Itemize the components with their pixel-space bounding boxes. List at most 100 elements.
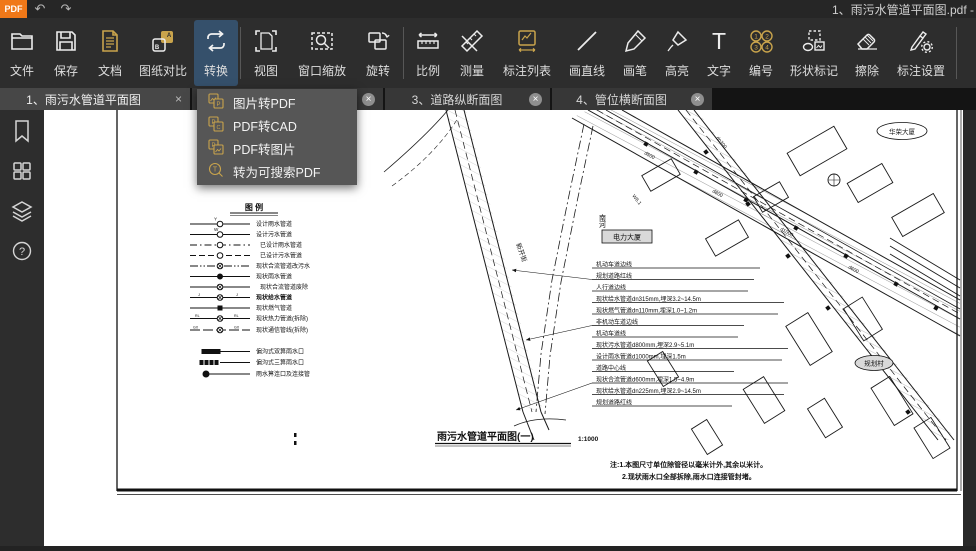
menu-item-pdf-to-image[interactable]: P PDF转图片: [197, 137, 357, 160]
svg-text:A: A: [167, 33, 172, 39]
svg-text:设计雨水管道d1000mm,埋深1.5m: 设计雨水管道d1000mm,埋深1.5m: [596, 353, 686, 361]
svg-text:现状给水管道dn225mm,埋深2.9~14.5m: 现状给水管道dn225mm,埋深2.9~14.5m: [596, 387, 701, 395]
save-button[interactable]: 保存: [44, 20, 88, 86]
svg-text:B: B: [155, 45, 160, 51]
title-bar: PDF ↶ ↷ 1、雨污水管道平面图.pdf -: [0, 0, 976, 18]
pdf-to-image-icon: P: [208, 139, 224, 158]
app-logo-icon[interactable]: PDF: [0, 0, 27, 18]
compare-icon: AB: [150, 28, 176, 59]
horizontal-scrollbar[interactable]: [0, 546, 976, 551]
annotation-list-icon: [514, 28, 540, 59]
shape-mark-icon: [801, 28, 827, 59]
left-sidebar: ?: [0, 110, 44, 546]
building-oval-label: 华荣大厦: [889, 127, 916, 136]
view-button[interactable]: 视图: [243, 20, 289, 86]
layers-icon: [10, 199, 34, 228]
scale-button[interactable]: 比例: [406, 20, 450, 86]
close-tab-icon[interactable]: ×: [167, 92, 190, 106]
measure-button[interactable]: 测量: [450, 20, 494, 86]
sidebar-item-bookmarks[interactable]: [9, 120, 35, 146]
convert-button[interactable]: 转换: [194, 20, 238, 86]
svg-text:已设计雨水管道: 已设计雨水管道: [260, 241, 302, 249]
eraser-icon: [854, 28, 880, 59]
tab-bar: 1、雨污水管道平面图 × × 3、道路纵断面图 × 4、管位横断面图 ×: [0, 88, 976, 110]
highlighter-icon: [664, 28, 690, 59]
menu-item-image-to-pdf[interactable]: P 图片转PDF: [197, 91, 357, 114]
svg-text:机动车道边线: 机动车道边线: [596, 261, 632, 269]
vertical-scrollbar[interactable]: [963, 110, 976, 546]
building-box-label: 电力大厦: [613, 233, 641, 242]
rotate-button[interactable]: 旋转: [355, 20, 401, 86]
toolbar-separator: [956, 27, 957, 79]
svg-text:W: W: [214, 227, 219, 232]
svg-text:注:1.本图尺寸单位除管径以毫米计外,其余以米计。: 注:1.本图尺寸单位除管径以毫米计外,其余以米计。: [610, 460, 767, 469]
line-icon: [574, 28, 600, 59]
erase-button[interactable]: 擦除: [846, 20, 888, 86]
window-title: 1、雨污水管道平面图.pdf -: [832, 1, 976, 18]
text-button[interactable]: T 文字: [698, 20, 740, 86]
undo-button[interactable]: ↶: [27, 0, 53, 18]
draw-line-button[interactable]: 画直线: [560, 20, 614, 86]
svg-text:J: J: [236, 292, 238, 297]
svg-text:规划道路红线: 规划道路红线: [596, 272, 632, 280]
window-zoom-button[interactable]: 窗口缩放: [289, 20, 355, 86]
close-tab-icon[interactable]: ×: [691, 93, 704, 106]
svg-text:现状合流管道d600mm,埋深1.5~4.9m: 现状合流管道d600mm,埋深1.5~4.9m: [596, 376, 694, 384]
pdf-viewer-app: PDF ↶ ↷ 1、雨污水管道平面图.pdf - 文件 保存 文档 AB 图纸对…: [0, 0, 976, 551]
menu-item-searchable-pdf[interactable]: T 转为可搜索PDF: [197, 160, 357, 183]
file-button[interactable]: 文件: [0, 20, 44, 86]
tab-road-profile[interactable]: 3、道路纵断面图 ×: [385, 88, 550, 110]
svg-text:GX: GX: [234, 326, 240, 330]
svg-text:现状燃气管道dn110mm,埋深1.0~1.2m: 现状燃气管道dn110mm,埋深1.0~1.2m: [596, 307, 697, 315]
svg-text:现状雨水管道: 现状雨水管道: [256, 273, 292, 281]
number-icon: 1234: [748, 28, 774, 59]
pen-icon: [622, 28, 648, 59]
compare-drawings-button[interactable]: AB 图纸对比: [132, 20, 194, 86]
svg-text:人行道边线: 人行道边线: [596, 284, 626, 292]
river-label: 南河: [599, 213, 607, 228]
close-tab-icon[interactable]: ×: [362, 93, 375, 106]
menu-item-pdf-to-cad[interactable]: PC PDF转CAD: [197, 114, 357, 137]
highlight-button[interactable]: 高亮: [656, 20, 698, 86]
village-oval-label: 规划村: [864, 359, 884, 368]
svg-text:现状给水管道dn315mm,埋深3.2~14.5m: 现状给水管道dn315mm,埋深3.2~14.5m: [596, 295, 701, 303]
annotation-settings-button[interactable]: 标注设置: [888, 20, 954, 86]
drawing-canvas: d500 d800 d1000 d600 dn300 W6.1 图 例: [44, 110, 963, 546]
svg-text:RL: RL: [195, 314, 200, 318]
redo-button[interactable]: ↷: [53, 0, 79, 18]
svg-text:Y: Y: [214, 217, 217, 222]
legend-title: 图 例: [245, 202, 263, 212]
svg-text:1: 1: [754, 33, 758, 40]
svg-text:现状热力管道(拆除): 现状热力管道(拆除): [256, 315, 308, 323]
tab-plan-drawing[interactable]: 1、雨污水管道平面图 ×: [0, 88, 190, 110]
document-viewport[interactable]: d500 d800 d1000 d600 dn300 W6.1 图 例: [44, 110, 963, 546]
number-button[interactable]: 1234 编号: [740, 20, 782, 86]
grid-icon: [11, 160, 33, 187]
text-icon: T: [706, 28, 732, 59]
close-tab-icon[interactable]: ×: [529, 93, 542, 106]
svg-text:T: T: [213, 167, 218, 174]
shape-mark-button[interactable]: 形状标记: [782, 20, 846, 86]
svg-text:设计雨水管道: 设计雨水管道: [256, 220, 292, 228]
rotate-icon: [365, 28, 391, 59]
measure-icon: [459, 28, 485, 59]
svg-text:2.现状雨水口全部拆除,雨水口连接管封堵。: 2.现状雨水口全部拆除,雨水口连接管封堵。: [622, 472, 756, 481]
document-icon: [97, 28, 123, 59]
document-button[interactable]: 文档: [88, 20, 132, 86]
svg-text:GX: GX: [193, 326, 199, 330]
svg-text:P: P: [216, 102, 220, 108]
view-icon: [253, 28, 279, 59]
pen-button[interactable]: 画笔: [614, 20, 656, 86]
sidebar-item-layers[interactable]: [9, 200, 35, 226]
junction-circle: [828, 174, 840, 186]
toolbar-separator: [403, 27, 404, 79]
svg-text:4: 4: [765, 44, 769, 51]
sidebar-item-thumbnails[interactable]: [9, 160, 35, 186]
tab-pipe-cross-section[interactable]: 4、管位横断面图 ×: [552, 88, 712, 110]
toolbar-separator: [240, 27, 241, 79]
annotation-settings-icon: [908, 28, 934, 59]
sidebar-item-help[interactable]: ?: [9, 240, 35, 266]
annotation-list-button[interactable]: 标注列表: [494, 20, 560, 86]
svg-text:设计污水管道: 设计污水管道: [256, 231, 292, 239]
svg-text:?: ?: [19, 246, 25, 258]
